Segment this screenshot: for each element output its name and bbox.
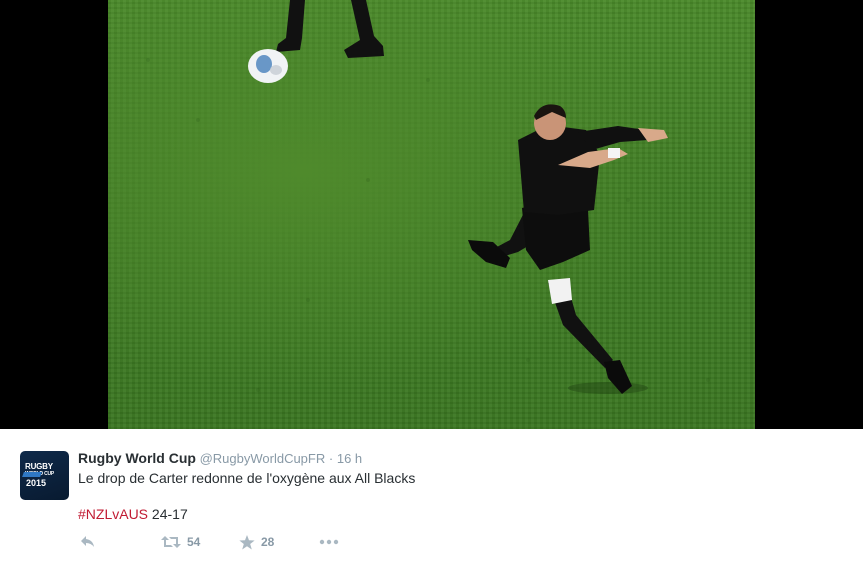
score-text: 24-17 bbox=[148, 506, 188, 522]
favorite-button[interactable]: 28 bbox=[239, 533, 274, 551]
favorite-count: 28 bbox=[261, 535, 275, 549]
tweet-text-line2: #NZLvAUS 24-17 bbox=[78, 506, 188, 522]
timestamp[interactable]: 16 h bbox=[337, 451, 362, 466]
media-container bbox=[0, 0, 863, 429]
star-icon bbox=[239, 534, 255, 549]
more-button[interactable] bbox=[319, 533, 339, 551]
handle[interactable]: @RugbyWorldCupFR bbox=[200, 451, 326, 466]
separator: · bbox=[328, 451, 334, 466]
tweet-text: Le drop de Carter redonne de l'oxygène a… bbox=[78, 470, 416, 486]
tweet-actions: 54 28 bbox=[78, 533, 478, 551]
rugby-kick-photo bbox=[146, 0, 710, 394]
reply-icon bbox=[81, 536, 94, 547]
tweet-card: RUGBY WORLD CUP 2015 Rugby World Cup @Ru… bbox=[0, 429, 863, 572]
more-icon bbox=[319, 539, 339, 545]
avatar-stripe bbox=[22, 472, 42, 477]
reply-button[interactable] bbox=[80, 533, 96, 551]
retweet-button[interactable]: 54 bbox=[161, 533, 200, 551]
display-name[interactable]: Rugby World Cup bbox=[78, 450, 196, 466]
avatar-line1: RUGBY bbox=[25, 462, 53, 471]
hashtag-link[interactable]: #NZLvAUS bbox=[78, 506, 148, 522]
avatar-year: 2015 bbox=[26, 478, 47, 488]
avatar[interactable]: RUGBY WORLD CUP 2015 bbox=[20, 451, 69, 500]
tweet-photo[interactable] bbox=[108, 0, 755, 429]
retweet-count: 54 bbox=[187, 535, 201, 549]
retweet-icon bbox=[161, 536, 181, 548]
tweet-header: Rugby World Cup @RugbyWorldCupFR · 16 h bbox=[78, 450, 362, 468]
